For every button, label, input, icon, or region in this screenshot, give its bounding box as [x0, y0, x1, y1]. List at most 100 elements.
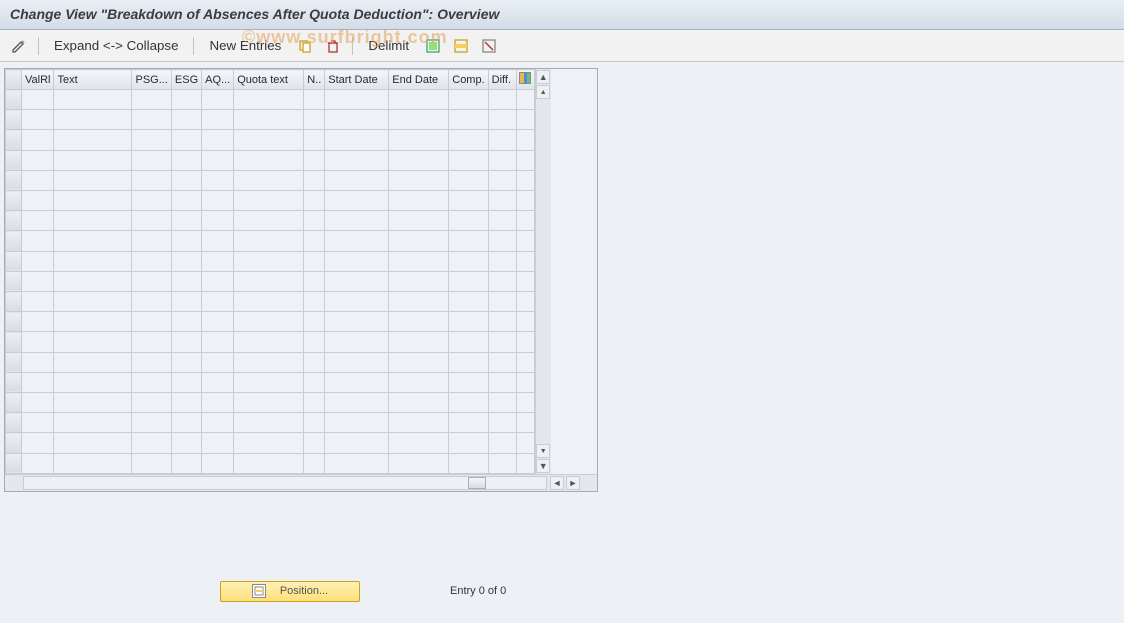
row-selector[interactable] [6, 211, 22, 231]
row-selector[interactable] [6, 251, 22, 271]
cell-text[interactable] [54, 90, 132, 110]
cell-psg[interactable] [132, 372, 171, 392]
table-row[interactable] [6, 231, 535, 251]
cell-psg[interactable] [132, 393, 171, 413]
cell-valrl[interactable] [22, 352, 54, 372]
row-selector[interactable] [6, 312, 22, 332]
select-block-button[interactable] [448, 35, 474, 57]
table-row[interactable] [6, 211, 535, 231]
cell-text[interactable] [54, 393, 132, 413]
cell-diff[interactable] [488, 251, 516, 271]
cell-aq[interactable] [202, 211, 234, 231]
position-button[interactable]: Position... [220, 581, 360, 602]
column-header-diff[interactable]: Diff. [488, 70, 516, 90]
cell-end_date[interactable] [389, 271, 449, 291]
cell-esg[interactable] [171, 211, 201, 231]
cell-quota_text[interactable] [234, 90, 304, 110]
cell-aq[interactable] [202, 191, 234, 211]
row-selector[interactable] [6, 110, 22, 130]
row-selector[interactable] [6, 332, 22, 352]
row-selector[interactable] [6, 191, 22, 211]
cell-psg[interactable] [132, 231, 171, 251]
cell-valrl[interactable] [22, 292, 54, 312]
column-header-esg[interactable]: ESG [171, 70, 201, 90]
cell-psg[interactable] [132, 90, 171, 110]
cell-aq[interactable] [202, 150, 234, 170]
cell-psg[interactable] [132, 110, 171, 130]
delete-button[interactable] [320, 35, 346, 57]
cell-quota_text[interactable] [234, 251, 304, 271]
cell-esg[interactable] [171, 393, 201, 413]
row-selector[interactable] [6, 413, 22, 433]
table-row[interactable] [6, 130, 535, 150]
row-selector[interactable] [6, 433, 22, 453]
cell-diff[interactable] [488, 413, 516, 433]
cell-quota_text[interactable] [234, 453, 304, 473]
cell-text[interactable] [54, 332, 132, 352]
cell-psg[interactable] [132, 312, 171, 332]
cell-end_date[interactable] [389, 170, 449, 190]
column-header-end_date[interactable]: End Date [389, 70, 449, 90]
column-header-quota_text[interactable]: Quota text [234, 70, 304, 90]
cell-end_date[interactable] [389, 433, 449, 453]
cell-aq[interactable] [202, 433, 234, 453]
cell-n[interactable] [304, 271, 325, 291]
cell-valrl[interactable] [22, 170, 54, 190]
cell-start_date[interactable] [325, 292, 389, 312]
cell-start_date[interactable] [325, 413, 389, 433]
cell-psg[interactable] [132, 292, 171, 312]
cell-end_date[interactable] [389, 393, 449, 413]
row-selector[interactable] [6, 271, 22, 291]
cell-quota_text[interactable] [234, 332, 304, 352]
cell-quota_text[interactable] [234, 110, 304, 130]
cell-start_date[interactable] [325, 90, 389, 110]
cell-n[interactable] [304, 90, 325, 110]
cell-diff[interactable] [488, 271, 516, 291]
cell-esg[interactable] [171, 271, 201, 291]
column-header-n[interactable]: N.. [304, 70, 325, 90]
cell-diff[interactable] [488, 110, 516, 130]
scroll-up-icon[interactable]: ▲ [536, 70, 550, 84]
cell-comp[interactable] [449, 332, 488, 352]
cell-start_date[interactable] [325, 393, 389, 413]
cell-aq[interactable] [202, 393, 234, 413]
cell-n[interactable] [304, 292, 325, 312]
copy-as-button[interactable] [292, 35, 318, 57]
cell-text[interactable] [54, 453, 132, 473]
cell-end_date[interactable] [389, 332, 449, 352]
cell-end_date[interactable] [389, 453, 449, 473]
cell-comp[interactable] [449, 352, 488, 372]
cell-start_date[interactable] [325, 211, 389, 231]
cell-aq[interactable] [202, 312, 234, 332]
cell-n[interactable] [304, 231, 325, 251]
cell-aq[interactable] [202, 130, 234, 150]
table-row[interactable] [6, 110, 535, 130]
cell-valrl[interactable] [22, 130, 54, 150]
cell-valrl[interactable] [22, 191, 54, 211]
cell-psg[interactable] [132, 130, 171, 150]
row-selector-header[interactable] [6, 70, 22, 90]
cell-psg[interactable] [132, 211, 171, 231]
cell-psg[interactable] [132, 150, 171, 170]
cell-esg[interactable] [171, 332, 201, 352]
cell-quota_text[interactable] [234, 393, 304, 413]
cell-text[interactable] [54, 292, 132, 312]
table-row[interactable] [6, 251, 535, 271]
cell-n[interactable] [304, 211, 325, 231]
scroll-left-icon[interactable]: ◄ [550, 476, 564, 490]
cell-comp[interactable] [449, 271, 488, 291]
table-row[interactable] [6, 352, 535, 372]
cell-aq[interactable] [202, 413, 234, 433]
cell-end_date[interactable] [389, 372, 449, 392]
cell-text[interactable] [54, 433, 132, 453]
cell-text[interactable] [54, 150, 132, 170]
cell-comp[interactable] [449, 150, 488, 170]
cell-quota_text[interactable] [234, 191, 304, 211]
cell-psg[interactable] [132, 191, 171, 211]
cell-end_date[interactable] [389, 211, 449, 231]
overview-table[interactable]: ValRlTextPSG...ESGAQ...Quota textN..Star… [5, 69, 535, 474]
table-row[interactable] [6, 393, 535, 413]
row-selector[interactable] [6, 231, 22, 251]
cell-valrl[interactable] [22, 271, 54, 291]
cell-end_date[interactable] [389, 292, 449, 312]
